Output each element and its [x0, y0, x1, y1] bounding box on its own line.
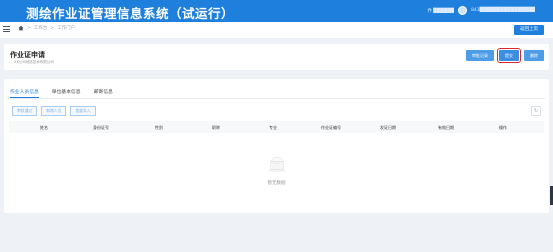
table-header: 姓名 身份证号 性别 职称 专业 作业证编号 发证日期 有效日期 操作 [9, 121, 544, 133]
col-title: 职称 [212, 125, 220, 130]
tab-unit-info[interactable]: 单位基本信息 [52, 88, 81, 98]
add-person-button[interactable]: 新增人员 [41, 106, 67, 116]
menu-icon[interactable] [3, 26, 10, 32]
tab-bar: 作业人员信息 单位基本信息 邮寄信息 [10, 88, 113, 98]
content-card: 作业人员信息 单位基本信息 邮寄信息 审核通过 新增人员 批量导入 ↻ 姓名 身… [4, 79, 549, 213]
action-buttons: 审批记录 提交 删除 [466, 48, 544, 63]
col-name: 姓名 [40, 125, 48, 130]
col-cert-number: 作业证编号 [321, 125, 341, 130]
app-title: 测绘作业证管理信息系统（试运行） [26, 6, 235, 21]
col-major: 专业 [269, 125, 277, 130]
user-name[interactable]: 乔 ██████ [427, 8, 454, 14]
delete-button[interactable]: 删除 [524, 50, 544, 61]
col-gender: 性别 [155, 125, 163, 130]
breadcrumb-item-workbench[interactable]: 工作台 [34, 25, 48, 31]
col-actions: 操作 [499, 125, 507, 130]
home-icon[interactable] [18, 25, 24, 31]
table-toolbar: 审核通过 新增人员 批量导入 [12, 106, 96, 116]
approve-button[interactable]: 审核通过 [12, 106, 38, 116]
submit-button[interactable]: 提交 [497, 48, 521, 63]
application-header-card: 作业证申请 XX公司地信技术有限公司 审批记录 提交 删除 [4, 44, 549, 70]
top-header: 测绘作业证管理信息系统（试运行） 乔 ██████ 843███████████… [0, 0, 553, 22]
breadcrumb: > 工作台 > 工作门户 [18, 25, 75, 31]
page-title: 作业证申请 [10, 51, 45, 59]
col-valid-date: 有效日期 [438, 125, 454, 130]
refresh-icon[interactable]: ↻ [531, 106, 541, 116]
empty-box-icon [267, 157, 286, 172]
batch-import-button[interactable]: 批量导入 [70, 106, 96, 116]
empty-text: 暂无数据 [267, 181, 286, 186]
breadcrumb-item-portal[interactable]: 工作门户 [57, 25, 75, 31]
user-area[interactable]: 乔 ██████ 843████████████████ [427, 6, 535, 15]
org-name: XX公司地信技术有限公司 [14, 60, 54, 64]
approval-record-button[interactable]: 审批记录 [466, 50, 494, 61]
user-avatar[interactable] [458, 6, 468, 15]
tab-divider [8, 98, 545, 99]
col-issue-date: 发证日期 [380, 125, 396, 130]
back-button[interactable]: 返回上页 [514, 25, 544, 35]
breadcrumb-bar: > 工作台 > 工作门户 返回上页 [0, 22, 553, 38]
col-id-number: 身份证号 [93, 125, 109, 130]
tab-personnel[interactable]: 作业人员信息 [10, 88, 39, 98]
user-account: 843████████████████ [471, 8, 535, 13]
empty-state: 暂无数据 [4, 155, 549, 186]
tab-mailing-info[interactable]: 邮寄信息 [94, 88, 113, 98]
